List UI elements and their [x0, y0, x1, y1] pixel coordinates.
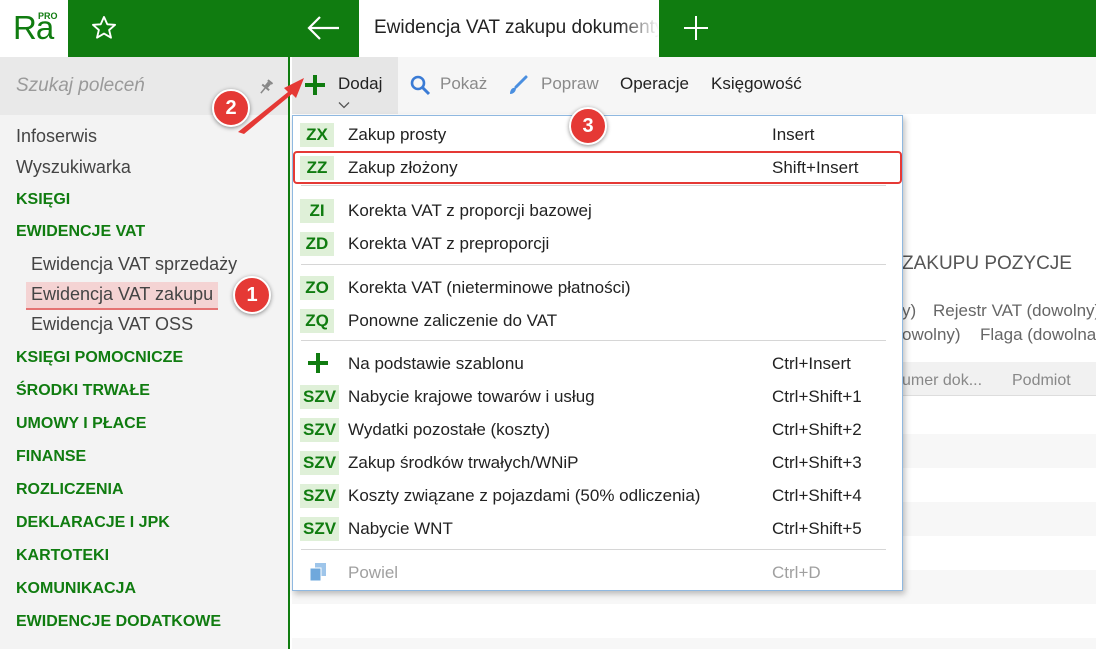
operacje-button[interactable]: Operacje [620, 74, 689, 94]
plus-icon [308, 353, 328, 373]
sidebar-item[interactable]: Infoserwis [16, 126, 97, 147]
menu-item-code: ZD [300, 232, 334, 256]
dodaj-label: Dodaj [338, 74, 383, 93]
annotation-badge-2: 2 [212, 89, 250, 127]
sidebar-item[interactable]: Wyszukiwarka [16, 157, 131, 178]
menu-item-label: Wydatki pozostałe (koszty) [348, 420, 551, 439]
brush-icon [510, 75, 528, 94]
menu-item-shortcut: Insert [772, 125, 815, 144]
sidebar-item[interactable]: KSIĘGI POMOCNICZE [16, 349, 183, 367]
menu-item-label: Korekta VAT z preproporcji [348, 234, 550, 253]
menu-item-label: Zakup złożony [348, 158, 458, 177]
annotation-badge-1: 1 [233, 276, 271, 314]
section-title: ZAKUPU POZYCJE [902, 253, 1072, 274]
menu-item-code: ZI [300, 199, 334, 223]
menu-item-shortcut: Ctrl+Shift+1 [772, 387, 862, 406]
menu-separator [301, 264, 886, 265]
new-tab-icon[interactable] [682, 14, 710, 42]
menu-item-code: SZV [300, 484, 340, 508]
sidebar-item[interactable]: FINANSE [16, 448, 86, 466]
pokaz-button[interactable]: Pokaż [440, 74, 487, 94]
menu-item-label: Korekta VAT z proporcji bazowej [348, 201, 592, 220]
chevron-down-icon[interactable] [338, 101, 350, 109]
menu-item-label: Zakup prosty [348, 125, 447, 144]
menu-item: Powiel Ctrl+D [293, 557, 902, 589]
filter-partial-2[interactable]: owolny) [902, 325, 961, 345]
popraw-button[interactable]: Popraw [541, 74, 599, 94]
sidebar-item[interactable]: ŚRODKI TRWAŁE [16, 382, 150, 400]
menu-item[interactable]: SZV Wydatki pozostałe (koszty) Ctrl+Shift+… [293, 414, 902, 446]
annotation-badge-3: 3 [569, 107, 607, 145]
sidebar-item[interactable]: Ewidencja VAT OSS [31, 314, 193, 335]
menu-item[interactable]: SZV Koszty związane z pojazdami (50% odli… [293, 480, 902, 512]
menu-item-shortcut: Ctrl+Shift+4 [772, 486, 862, 505]
sidebar-item[interactable]: KOMUNIKACJA [16, 580, 136, 598]
filter-flaga[interactable]: Flaga (dowolna) [980, 325, 1096, 345]
back-arrow-icon[interactable] [306, 14, 342, 42]
menu-item-label: Ponowne zaliczenie do VAT [348, 311, 558, 330]
menu-item[interactable]: SZV Zakup środków trwałych/WNiP Ctrl+Shift… [293, 447, 902, 479]
menu-item[interactable]: ZI Korekta VAT z proporcji bazowej [293, 195, 902, 227]
menu-item-shortcut: Ctrl+Shift+3 [772, 453, 862, 472]
table-row [292, 638, 1096, 649]
menu-item-shortcut: Shift+Insert [772, 158, 859, 177]
menu-item-shortcut: Ctrl+Insert [772, 354, 851, 373]
menu-separator [301, 549, 886, 550]
sidebar-item[interactable]: DEKLARACJE I JPK [16, 514, 170, 532]
dodaj-dropdown-menu: ZX Zakup prosty Insert ZZ Zakup złożony Shift… [292, 115, 903, 591]
menu-item-shortcut: Ctrl+Shift+2 [772, 420, 862, 439]
menu-item-shortcut: Ctrl+D [772, 563, 821, 582]
sidebar-item[interactable]: Ewidencja VAT sprzedaży [31, 254, 237, 275]
menu-item-code: ZQ [300, 309, 334, 333]
menu-item-shortcut: Ctrl+Shift+5 [772, 519, 862, 538]
filter-partial-1[interactable]: y) [902, 301, 916, 321]
menu-item[interactable]: SZV Nabycie krajowe towarów i usług Ctrl+S… [293, 381, 902, 413]
sidebar-item[interactable]: EWIDENCJE DODATKOWE [16, 613, 221, 631]
sidebar-item[interactable]: ROZLICZENIA [16, 481, 124, 499]
menu-item-code: SZV [300, 418, 340, 442]
menu-item-label: Nabycie krajowe towarów i usług [348, 387, 595, 406]
menu-item-code: SZV [300, 385, 340, 409]
menu-item-label: Powiel [348, 563, 399, 582]
dodaj-button[interactable]: Dodaj [292, 57, 398, 114]
menu-item-label: Korekta VAT (nieterminowe płatności) [348, 278, 631, 297]
menu-item-code: SZV [300, 451, 340, 475]
menu-item-code: ZO [300, 276, 334, 300]
menu-item[interactable]: ZD Korekta VAT z preproporcji [293, 228, 902, 260]
search-icon [410, 75, 431, 96]
sidebar-item[interactable]: UMOWY I PŁACE [16, 415, 146, 433]
menu-item[interactable]: Na podstawie szablonu Ctrl+Insert [293, 348, 902, 380]
ksiegowosc-button[interactable]: Księgowość [711, 74, 802, 94]
menu-item-label: Koszty związane z pojazdami (50% odlicze… [348, 486, 701, 505]
menu-item[interactable]: ZO Korekta VAT (nieterminowe płatności) [293, 272, 902, 304]
sidebar-item[interactable]: KSIĘGI [16, 191, 70, 209]
menu-item-label: Na podstawie szablonu [348, 354, 524, 373]
menu-item[interactable]: ZZ Zakup złożony Shift+Insert [293, 152, 902, 184]
toolbar: Dodaj Pokaż Popraw Operacje Księgowość [292, 57, 1096, 114]
menu-item-code: ZZ [300, 156, 334, 180]
plus-icon [305, 75, 325, 95]
menu-item-label: Nabycie WNT [348, 519, 453, 538]
copy-icon [309, 563, 326, 582]
sidebar-item[interactable]: KARTOTEKI [16, 547, 109, 565]
filter-rejestr-vat[interactable]: Rejestr VAT (dowolny) [933, 301, 1096, 321]
menu-separator [301, 185, 886, 186]
menu-item[interactable]: ZQ Ponowne zaliczenie do VAT [293, 305, 902, 337]
sidebar-item[interactable]: EWIDENCJE VAT [16, 223, 145, 241]
menu-item[interactable]: SZV Nabycie WNT Ctrl+Shift+5 [293, 513, 902, 545]
tab-ewidencja-vat-zakupu[interactable]: Ewidencja VAT zakupu dokumenty [359, 0, 659, 57]
sidebar-item[interactable]: Ewidencja VAT zakupu [26, 282, 219, 310]
tab-fade [619, 0, 659, 57]
menu-item-code: SZV [300, 517, 340, 541]
column-podmiot[interactable]: Podmiot [1012, 372, 1071, 390]
tab-title: Ewidencja VAT zakupu dokumenty [374, 17, 659, 38]
menu-separator [301, 340, 886, 341]
column-numer-dok[interactable]: umer dok... [902, 372, 982, 390]
menu-item-label: Zakup środków trwałych/WNiP [348, 453, 579, 472]
